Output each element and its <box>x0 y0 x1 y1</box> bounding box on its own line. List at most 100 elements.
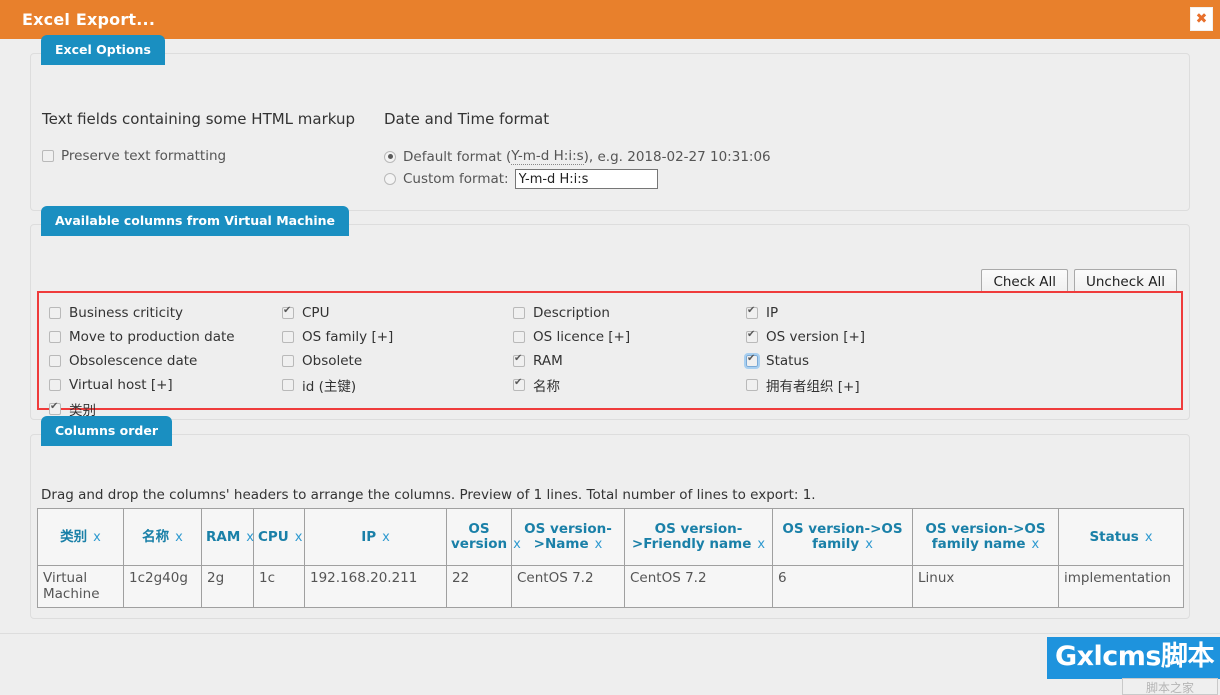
remove-column-icon[interactable]: x <box>295 530 303 545</box>
column-option-checkbox[interactable] <box>746 328 758 343</box>
column-option-row[interactable]: IP <box>746 301 865 325</box>
custom-format-radio[interactable] <box>384 173 396 185</box>
table-column-header[interactable]: OS version->OS family name x <box>912 508 1059 566</box>
table-row: Virtual Machine 1c2g40g 2g 1c 192.168.20.211… <box>37 565 1184 608</box>
column-option-label: RAM <box>533 353 563 369</box>
page-title: Excel Export... <box>22 10 156 29</box>
table-cell: 2g <box>201 565 254 608</box>
column-option-row[interactable]: OS licence [+] <box>513 325 630 349</box>
column-option-row[interactable]: Business criticity <box>49 301 235 325</box>
column-option-checkbox[interactable] <box>513 352 525 367</box>
remove-column-icon[interactable]: x <box>1145 530 1153 545</box>
table-column-header[interactable]: 名称 x <box>123 508 202 566</box>
html-markup-group: Text fields containing some HTML markup … <box>42 110 392 168</box>
column-option-label: id (主键) <box>302 379 357 395</box>
remove-column-icon[interactable]: x <box>865 537 873 552</box>
table-column-header-label: OS version <box>451 521 508 552</box>
column-option-row[interactable]: Status <box>744 349 865 373</box>
remove-column-icon[interactable]: x <box>595 537 603 552</box>
preserve-formatting-checkbox[interactable] <box>42 150 54 162</box>
table-column-header[interactable]: OS version x <box>446 508 521 566</box>
column-option-checkbox[interactable] <box>513 307 525 319</box>
table-column-header[interactable]: Status x <box>1058 508 1184 566</box>
table-column-header-label: 名称 <box>142 528 170 545</box>
column-option-row[interactable]: OS version [+] <box>746 325 865 349</box>
column-option-checkbox[interactable] <box>49 307 61 319</box>
table-column-header[interactable]: 类别 x <box>37 508 124 566</box>
column-option-row[interactable]: OS family [+] <box>282 325 393 349</box>
column-option-checkbox[interactable] <box>746 304 758 319</box>
column-option-row[interactable]: id (主键) <box>282 373 393 397</box>
column-option-checkbox[interactable] <box>513 331 525 343</box>
remove-column-icon[interactable]: x <box>246 530 254 545</box>
columns-order-table: 类别 x 名称 x RAM x CPU x IP x OS version x OS version->… <box>37 508 1184 608</box>
custom-format-row[interactable]: Custom format: <box>384 169 1084 189</box>
remove-column-icon[interactable]: x <box>757 537 765 552</box>
table-column-header-label: RAM <box>206 528 241 545</box>
column-option-label: 名称 <box>533 379 560 395</box>
table-column-header[interactable]: IP x <box>304 508 447 566</box>
table-column-header[interactable]: OS version->OS family x <box>772 508 913 566</box>
available-columns-panel: Available columns from Virtual Machine C… <box>30 206 1190 420</box>
columns-order-description: Drag and drop the columns' headers to ar… <box>41 487 816 503</box>
table-cell: CentOS 7.2 <box>624 565 773 608</box>
table-column-header[interactable]: OS version->Friendly name x <box>624 508 773 566</box>
column-option-row[interactable]: Description <box>513 301 630 325</box>
table-cell: CentOS 7.2 <box>511 565 625 608</box>
column-option-checkbox[interactable] <box>49 355 61 367</box>
remove-column-icon[interactable]: x <box>513 537 521 552</box>
column-option-checkbox[interactable] <box>49 400 61 415</box>
column-option-checkbox[interactable] <box>282 355 294 367</box>
column-option-checkbox[interactable] <box>282 304 294 319</box>
remove-column-icon[interactable]: x <box>382 530 390 545</box>
html-markup-heading: Text fields containing some HTML markup <box>42 110 356 128</box>
custom-format-input[interactable] <box>514 169 658 189</box>
default-format-suffix: ), e.g. 2018-02-27 10:31:06 <box>583 148 771 165</box>
column-option-checkbox[interactable] <box>282 331 294 343</box>
table-column-header[interactable]: RAM x <box>201 508 254 566</box>
remove-column-icon[interactable]: x <box>175 530 183 545</box>
remove-column-icon[interactable]: x <box>1032 537 1040 552</box>
table-column-header[interactable]: CPU x <box>253 508 305 566</box>
column-option-checkbox[interactable] <box>49 331 61 343</box>
column-option-checkbox[interactable] <box>744 352 760 369</box>
columns-order-legend: Columns order <box>41 416 173 446</box>
column-option-label: OS family [+] <box>302 329 394 345</box>
column-option-checkbox[interactable] <box>513 376 525 391</box>
column-option-row[interactable]: 拥有者组织 [+] <box>746 373 865 397</box>
column-option-row[interactable]: Virtual host [+] <box>49 373 235 397</box>
table-header-row: 类别 x 名称 x RAM x CPU x IP x OS version x OS version->… <box>37 508 1184 566</box>
preserve-formatting-label: Preserve text formatting <box>61 148 227 164</box>
column-option-row[interactable]: 名称 <box>513 373 630 397</box>
remove-column-icon[interactable]: x <box>93 530 101 545</box>
table-cell: Virtual Machine <box>37 565 124 608</box>
table-cell: 6 <box>772 565 913 608</box>
close-icon[interactable]: ✖ <box>1190 7 1213 31</box>
columns-order-panel: Columns order Drag and drop the columns'… <box>30 416 1190 619</box>
column-option-label: Business criticity <box>69 305 184 321</box>
column-option-row[interactable]: Obsolescence date <box>49 349 235 373</box>
default-format-row[interactable]: Default format (Y-m-d H:i:s), e.g. 2018-… <box>384 148 1084 165</box>
excel-options-legend: Excel Options <box>41 35 165 65</box>
column-option-row[interactable]: CPU <box>282 301 393 325</box>
table-cell: 1c2g40g <box>123 565 202 608</box>
default-format-code: Y-m-d H:i:s <box>511 148 584 165</box>
column-option-row[interactable]: Move to production date <box>49 325 235 349</box>
table-cell: 1c <box>253 565 305 608</box>
preserve-formatting-row[interactable]: Preserve text formatting <box>42 148 392 164</box>
table-cell: Linux <box>912 565 1059 608</box>
column-option-checkbox[interactable] <box>746 379 758 391</box>
column-option-label: Virtual host [+] <box>69 377 173 393</box>
column-option-checkbox[interactable] <box>282 379 294 391</box>
table-column-header-label: OS version->Friendly name <box>631 521 752 552</box>
table-cell: 192.168.20.211 <box>304 565 447 608</box>
available-columns-col-3: Description OS licence [+] RAM 名称 <box>513 301 630 397</box>
default-format-radio[interactable] <box>384 150 396 163</box>
column-option-row[interactable]: RAM <box>513 349 630 373</box>
available-columns-col-2: CPU OS family [+] Obsolete id (主键) <box>282 301 393 397</box>
table-column-header[interactable]: OS version->Name x <box>511 508 625 566</box>
column-option-row[interactable]: Obsolete <box>282 349 393 373</box>
table-cell: 22 <box>446 565 512 608</box>
column-option-checkbox[interactable] <box>49 379 61 391</box>
ghost-footer-button: 脚本之家 <box>1122 678 1218 695</box>
